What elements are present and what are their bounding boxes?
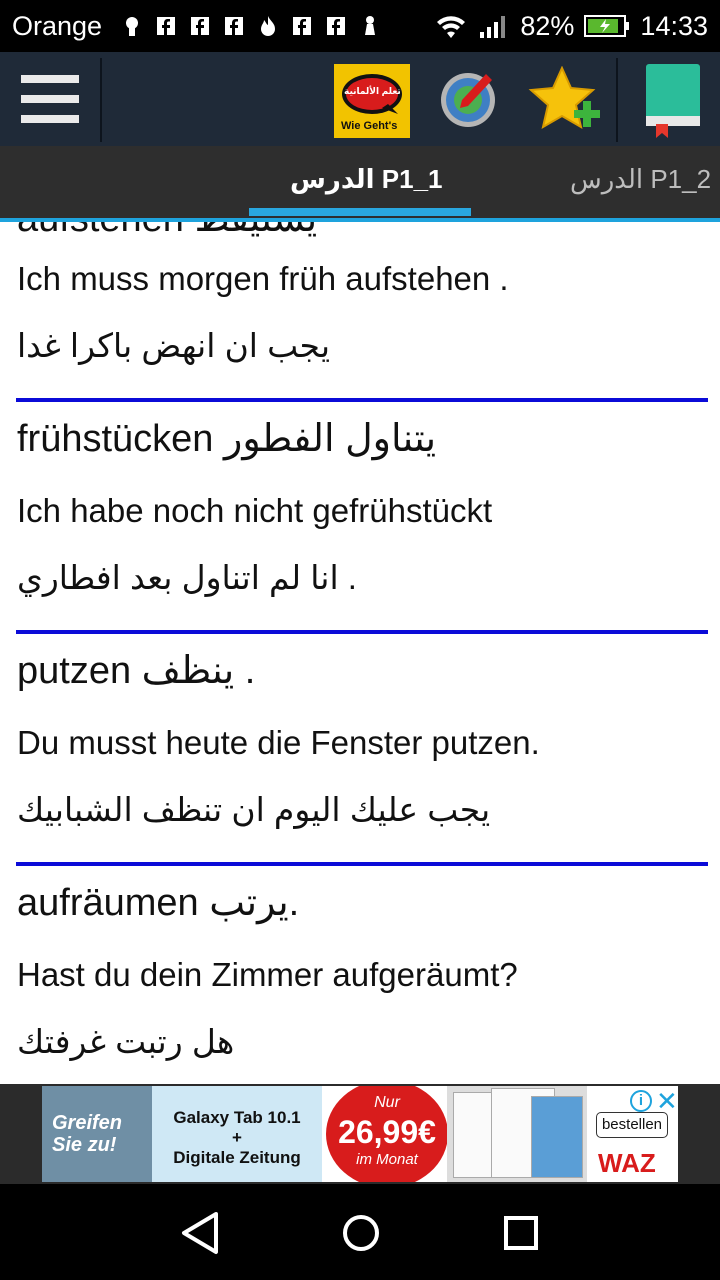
android-icon bbox=[126, 17, 139, 36]
vocab-word-partial: aufstehen يستيقظ bbox=[17, 222, 317, 241]
battery-percent: 82% bbox=[520, 10, 575, 41]
facebook-icon bbox=[327, 17, 346, 35]
facebook-icon bbox=[225, 17, 244, 35]
ad-slogan-2: Sie zu! bbox=[52, 1134, 117, 1156]
hamburger-menu-button[interactable] bbox=[0, 52, 100, 146]
battery-icon bbox=[584, 15, 630, 37]
dictionary-button[interactable] bbox=[646, 64, 702, 140]
wifi-icon bbox=[437, 16, 466, 38]
ad-product-line-1: Galaxy Tab 10.1 bbox=[173, 1108, 301, 1127]
ad-brand-logo: WAZ bbox=[598, 1148, 656, 1178]
toolbar-divider bbox=[616, 58, 618, 142]
tab-lesson-p1-1[interactable]: الدرس P1_1 bbox=[290, 164, 443, 195]
ad-price: 26,99€ bbox=[338, 1114, 436, 1150]
lesson-tabs: الدرس P1_1 الدرس P1_2 bbox=[0, 146, 720, 222]
example-sentence-german: Ich muss morgen früh aufstehen . bbox=[17, 260, 509, 297]
app-logo-button[interactable]: تعلم الألمانية Wie Geht's bbox=[334, 64, 410, 138]
carrier-label: Orange bbox=[12, 10, 103, 41]
status-bar: Orange 82% 14:33 bbox=[0, 0, 720, 52]
ad-banner[interactable]: Greifen Sie zu! Galaxy Tab 10.1 + Digita… bbox=[42, 1086, 678, 1182]
logo-text: Wie Geht's bbox=[341, 120, 398, 132]
ad-price-bottom: im Monat bbox=[356, 1151, 418, 1168]
vocabulary-list[interactable]: aufstehen يستيقظ Ich muss morgen früh au… bbox=[0, 222, 720, 1084]
app-toolbar: تعلم الألمانية Wie Geht's bbox=[0, 52, 720, 146]
clock: 14:33 bbox=[640, 10, 708, 41]
item-separator bbox=[16, 630, 708, 634]
facebook-icon bbox=[191, 17, 210, 35]
menu-line bbox=[21, 75, 79, 83]
ad-price-badge: Nur 26,99€ im Monat bbox=[326, 1086, 448, 1182]
quiz-button[interactable] bbox=[438, 68, 498, 130]
compass-pencil-icon bbox=[441, 73, 495, 127]
example-sentence-german: Du musst heute die Fenster putzen. bbox=[17, 724, 540, 761]
signal-icon bbox=[480, 16, 506, 38]
recents-icon[interactable] bbox=[496, 1208, 546, 1258]
item-separator bbox=[16, 862, 708, 866]
toolbar-divider bbox=[100, 58, 102, 142]
notification-icons bbox=[122, 15, 380, 37]
tablet-image bbox=[531, 1096, 583, 1178]
example-sentence-arabic: يجب عليك اليوم ان تنظف الشبابيك bbox=[17, 791, 491, 828]
chess-pawn-icon bbox=[365, 16, 376, 35]
logo-arabic-text: تعلم الألمانية bbox=[344, 86, 401, 96]
tab-lesson-p1-2[interactable]: الدرس P1_2 bbox=[570, 164, 711, 195]
menu-line bbox=[21, 95, 79, 103]
home-icon[interactable] bbox=[336, 1208, 386, 1258]
vocab-word: aufräumen يرتب. bbox=[17, 882, 300, 924]
facebook-icon bbox=[157, 17, 176, 35]
ad-newspaper-image bbox=[447, 1086, 587, 1182]
status-left: Orange bbox=[12, 11, 380, 42]
system-nav-bar bbox=[0, 1184, 720, 1280]
example-sentence-arabic: يجب ان انهض باكرا غدا bbox=[17, 327, 331, 364]
vocab-word: frühstücken يتناول الفطور bbox=[17, 418, 437, 460]
add-favorite-button[interactable] bbox=[528, 65, 602, 136]
item-separator bbox=[16, 398, 708, 402]
ad-price-top: Nur bbox=[374, 1094, 400, 1111]
active-tab-indicator bbox=[249, 208, 471, 216]
ad-product-panel: Galaxy Tab 10.1 + Digitale Zeitung bbox=[152, 1086, 322, 1182]
star-add-icon bbox=[528, 65, 600, 130]
back-icon[interactable] bbox=[176, 1208, 226, 1258]
facebook-icon bbox=[293, 17, 312, 35]
book-icon bbox=[646, 64, 700, 138]
ad-left-panel: Greifen Sie zu! bbox=[42, 1086, 152, 1182]
status-right: 82% 14:33 bbox=[434, 11, 708, 42]
ad-product-line-2: + bbox=[232, 1128, 242, 1147]
example-sentence-german: Ich habe noch nicht gefrühstückt bbox=[17, 492, 493, 529]
ad-product-line-3: Digitale Zeitung bbox=[173, 1148, 301, 1167]
ad-info-icon[interactable]: i bbox=[630, 1090, 652, 1112]
menu-line bbox=[21, 115, 79, 123]
ad-order-button[interactable]: bestellen bbox=[596, 1112, 668, 1138]
ad-cta-panel: i ✕ bestellen WAZ bbox=[590, 1086, 678, 1182]
ad-banner-area: Greifen Sie zu! Galaxy Tab 10.1 + Digita… bbox=[0, 1084, 720, 1184]
ad-slogan-1: Greifen bbox=[52, 1112, 123, 1134]
flame-icon bbox=[261, 16, 276, 36]
example-sentence-german: Hast du dein Zimmer aufgeräumt? bbox=[17, 956, 518, 993]
example-sentence-arabic: انا لم اتناول بعد افطاري . bbox=[17, 559, 357, 596]
example-sentence-arabic: هل رتبت غرفتك bbox=[17, 1023, 235, 1060]
vocab-word: putzen ينظف . bbox=[17, 650, 256, 692]
